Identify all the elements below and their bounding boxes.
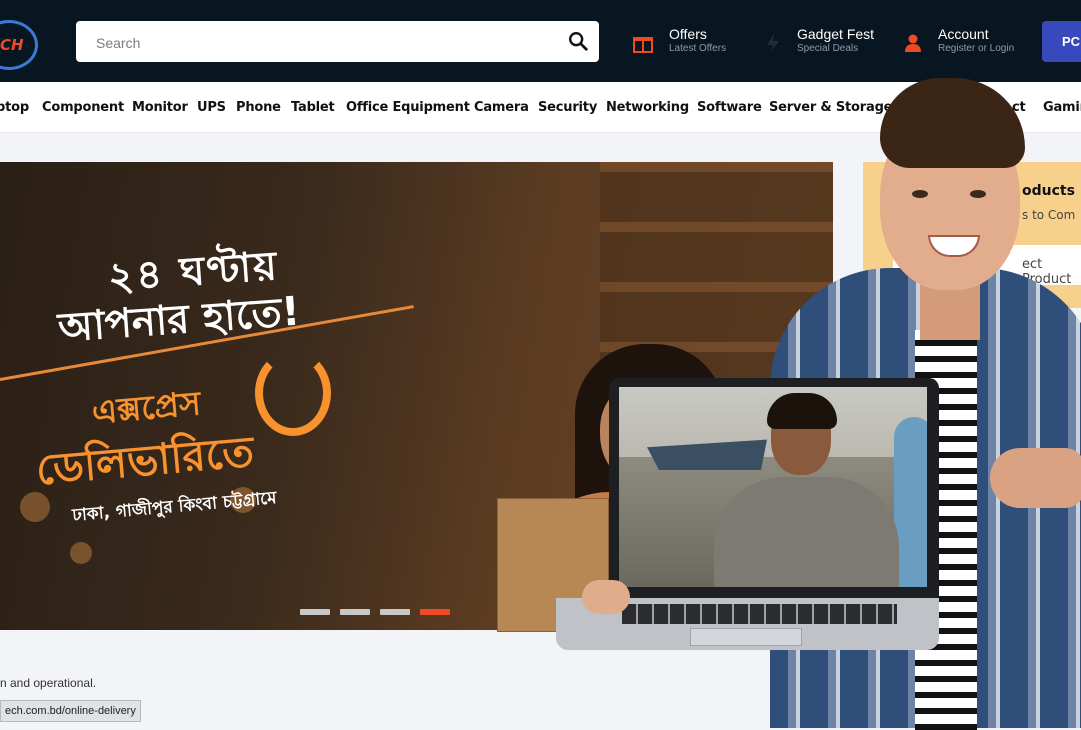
carousel-dot-4[interactable] xyxy=(420,609,450,615)
nav-item-component[interactable]: Component xyxy=(42,100,124,115)
nav-item-tablet[interactable]: Tablet xyxy=(291,100,335,115)
account-link[interactable]: Account Register or Login xyxy=(938,26,1014,56)
nav-item-laptop[interactable]: ptop xyxy=(0,100,29,115)
offers-subtitle: Latest Offers xyxy=(669,43,727,54)
nav-item-ups[interactable]: UPS xyxy=(197,100,226,115)
nav-item-gaming[interactable]: Gamin xyxy=(1043,100,1081,115)
gadget-fest-title: Gadget Fest xyxy=(797,26,875,42)
promo-subtitle: s to Com xyxy=(1022,208,1076,222)
nav-item-monitor[interactable]: Monitor xyxy=(132,100,188,115)
search-input[interactable] xyxy=(94,21,558,64)
logo[interactable]: CH xyxy=(0,36,24,54)
nav-item-security[interactable]: Security xyxy=(538,100,597,115)
account-subtitle: Register or Login xyxy=(938,43,1015,54)
account-title: Account xyxy=(938,26,989,42)
link-preview-url: ech.com.bd/online-delivery xyxy=(0,700,141,722)
search-icon[interactable] xyxy=(567,30,589,52)
selfie-person-hair xyxy=(767,393,837,429)
promo-title: oducts xyxy=(1022,183,1075,199)
gadget-fest-subtitle: Special Deals xyxy=(797,43,859,54)
site-header: CH Offers Latest Offers Gadget Fest Spec… xyxy=(0,0,1081,82)
carousel-dot-2[interactable] xyxy=(340,609,370,615)
nav-item-phone[interactable]: Phone xyxy=(236,100,281,115)
nav-item-server-storage[interactable]: Server & Storage xyxy=(769,100,892,115)
offers-title: Offers xyxy=(669,26,707,42)
nav-item-software[interactable]: Software xyxy=(697,100,762,115)
nav-item-camera[interactable]: Camera xyxy=(474,100,529,115)
carousel-dot-3[interactable] xyxy=(380,609,410,615)
bokeh-light xyxy=(70,542,92,564)
ship-image xyxy=(647,439,767,470)
carousel-dot-1[interactable] xyxy=(300,609,330,615)
presenter-eye xyxy=(912,190,928,198)
presenter-left-hand xyxy=(582,580,630,614)
flash-icon[interactable] xyxy=(762,32,784,54)
nav-item-networking[interactable]: Networking xyxy=(606,100,689,115)
search-bar xyxy=(76,21,599,64)
presenter-pointing-hand xyxy=(990,448,1081,508)
laptop-keyboard xyxy=(622,604,897,624)
laptop-trackpad xyxy=(690,628,802,646)
presenter-eye xyxy=(970,190,986,198)
laptop-screen-selfie-image xyxy=(619,387,927,587)
gift-icon[interactable] xyxy=(632,32,654,54)
gadget-fest-link[interactable]: Gadget Fest Special Deals xyxy=(797,26,874,56)
user-icon[interactable] xyxy=(902,32,924,54)
nav-item-office-equipment[interactable]: Office Equipment xyxy=(346,100,470,115)
service-status-text: n and operational. xyxy=(0,676,97,690)
one-day-badge-icon xyxy=(255,350,331,436)
offers-link[interactable]: Offers Latest Offers xyxy=(669,26,726,56)
pc-builder-button[interactable]: PC xyxy=(1042,21,1081,62)
selfie-person-body xyxy=(714,477,899,587)
